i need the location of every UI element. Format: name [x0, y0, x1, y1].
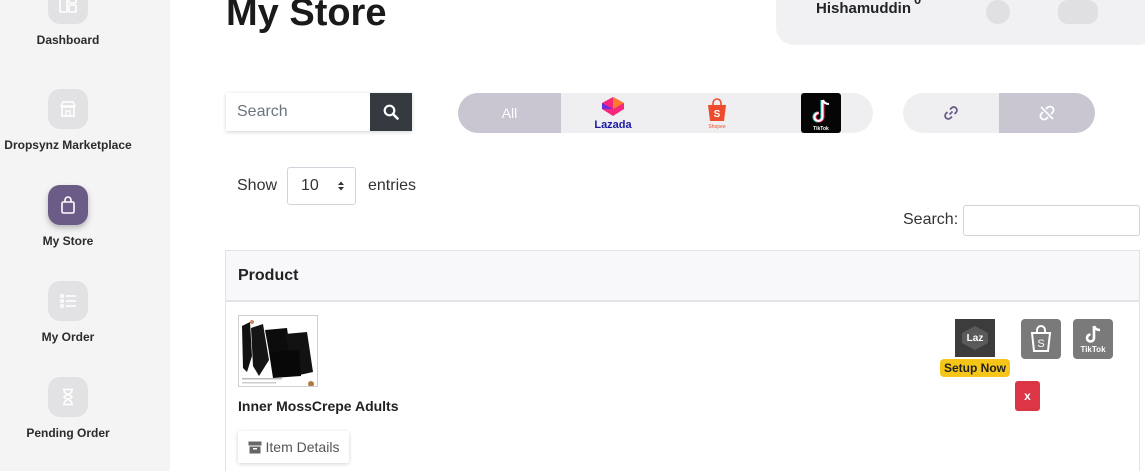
lazada-logo-icon: Lazada [594, 97, 633, 131]
tiktok-label: TikTok [1080, 345, 1106, 354]
table-search-input[interactable] [963, 205, 1140, 236]
sidebar-item-marketplace[interactable]: Dropsynz Marketplace [0, 89, 136, 152]
cart-icon[interactable] [1058, 0, 1098, 24]
search-box [226, 93, 412, 131]
link-filter [903, 93, 1095, 133]
search-input[interactable] [226, 93, 370, 131]
column-header-product[interactable]: Product [238, 267, 298, 285]
tiktok-logo-icon: TikTok [801, 93, 841, 133]
item-details-label: Item Details [265, 439, 340, 455]
shopee-logo-icon: S Shopee [708, 98, 726, 130]
svg-text:TikTok: TikTok [813, 126, 829, 132]
store-icon [48, 89, 88, 129]
sidebar-item-label: Pending Order [26, 426, 110, 440]
dashboard-icon [48, 0, 88, 24]
sidebar-item-label: My Store [42, 234, 94, 248]
user-card: Hishamuddin 0 [776, 0, 1145, 45]
sidebar-item-label: My Order [41, 330, 95, 344]
svg-text:S: S [714, 109, 721, 120]
notification-icon[interactable] [986, 0, 1010, 24]
tiktok-store-icon[interactable]: TikTok [1073, 319, 1113, 359]
filter-unlinked-button[interactable] [999, 93, 1095, 133]
search-button[interactable] [370, 93, 412, 131]
filter-all-button[interactable]: All [458, 93, 561, 133]
product-thumbnail[interactable] [238, 315, 318, 387]
table-search-label: Search: [903, 211, 959, 228]
bag-icon [48, 185, 88, 225]
item-details-button[interactable]: Item Details [238, 431, 349, 463]
search-icon [383, 104, 399, 120]
svg-text:Laz: Laz [967, 333, 984, 344]
filter-shopee-button[interactable]: S Shopee [665, 93, 769, 133]
sidebar-item-label: Dashboard [36, 33, 100, 47]
page-title: My Store [226, 0, 387, 34]
sidebar-item-my-order[interactable]: My Order [0, 281, 136, 344]
user-name[interactable]: Hishamuddin [816, 0, 911, 17]
sidebar-item-label: Dropsynz Marketplace [4, 138, 132, 152]
svg-text:S: S [1037, 338, 1044, 350]
entries-select[interactable]: 10 [287, 167, 356, 205]
entries-label: entries [368, 177, 417, 194]
list-icon [48, 281, 88, 321]
select-caret-icon [338, 181, 344, 191]
svg-text:Lazada: Lazada [594, 119, 632, 131]
filter-tiktok-button[interactable]: TikTok [769, 93, 873, 133]
shopee-store-icon[interactable]: S [1021, 319, 1061, 359]
sidebar: Dashboard Dropsynz Marketplace My Store … [0, 0, 170, 471]
remove-button[interactable]: x [1015, 381, 1040, 411]
product-name[interactable]: Inner MossCrepe Adults [238, 398, 399, 414]
setup-now-badge[interactable]: Setup Now [940, 359, 1010, 377]
sidebar-item-my-store[interactable]: My Store [0, 185, 136, 248]
show-label: Show [237, 177, 278, 194]
sidebar-item-pending-order[interactable]: Pending Order [0, 377, 136, 440]
app-root: Dashboard Dropsynz Marketplace My Store … [0, 0, 1145, 471]
hourglass-icon [48, 377, 88, 417]
unlink-icon [1039, 105, 1055, 121]
sidebar-item-dashboard[interactable]: Dashboard [0, 0, 136, 47]
lazada-store-icon[interactable]: Laz [955, 319, 995, 357]
filter-linked-button[interactable] [903, 93, 999, 133]
filter-lazada-button[interactable]: Lazada [561, 93, 665, 133]
svg-text:Shopee: Shopee [708, 124, 725, 130]
user-badge: 0 [914, 0, 921, 7]
link-icon [944, 106, 958, 120]
platform-filter: All Lazada S Shopee TikTok [458, 93, 873, 133]
entries-value: 10 [301, 177, 319, 194]
table-header: Product [226, 251, 1139, 302]
box-icon [248, 441, 262, 454]
product-table: Product Inner MossCrepe Adults Item Deta… [225, 250, 1140, 471]
